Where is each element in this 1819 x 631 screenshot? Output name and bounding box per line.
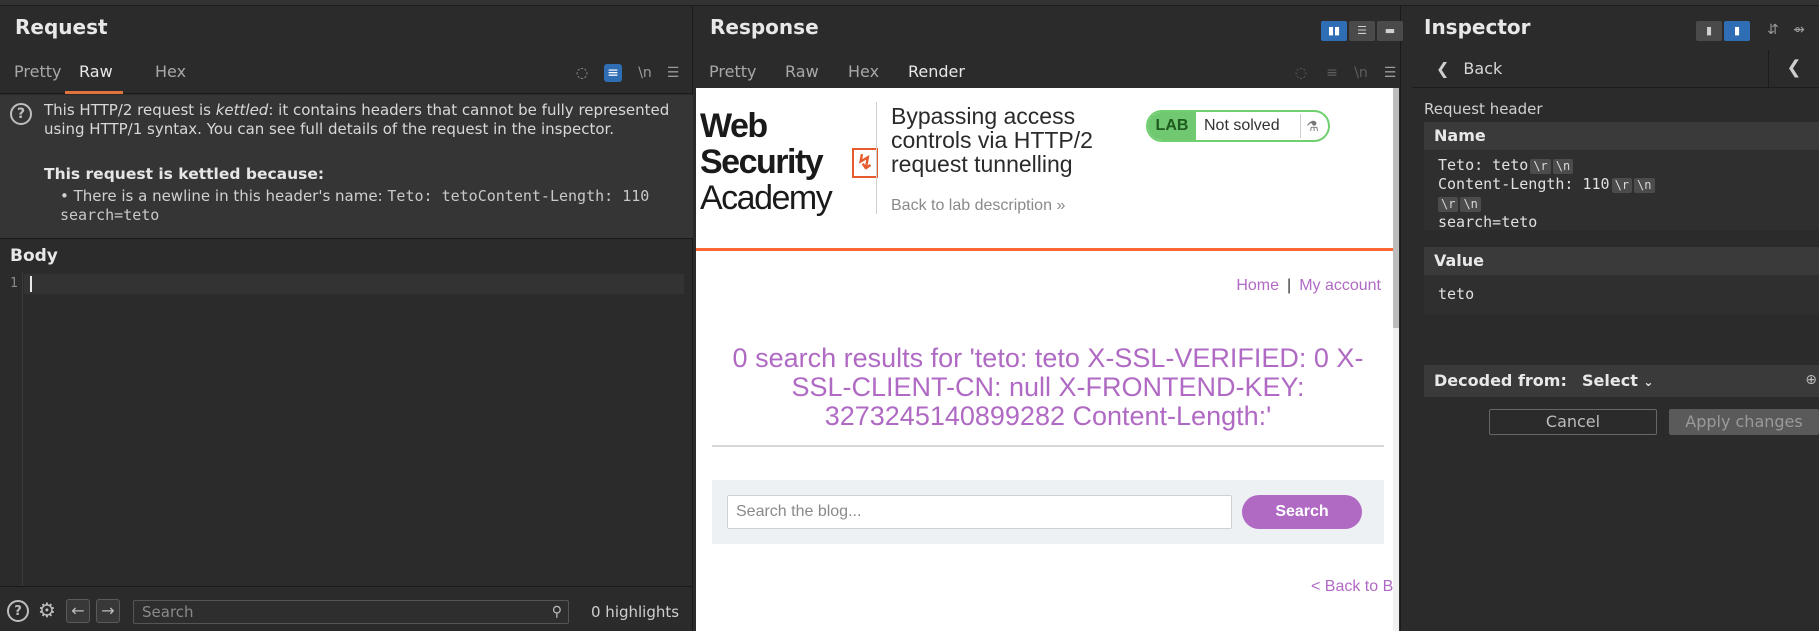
inspector-layout-right-icon[interactable]: ▮ [1724, 21, 1750, 41]
response-tab-hex[interactable]: Hex [848, 62, 879, 81]
line-number: 1 [10, 276, 18, 291]
plus-circle-icon[interactable]: ⊕ [1805, 372, 1817, 388]
inspector-title: Inspector [1424, 15, 1531, 39]
back-to-lab-link[interactable]: Back to lab description » [891, 197, 1065, 215]
header-accent-line [696, 248, 1399, 251]
body-label: Body [10, 246, 58, 266]
request-tab-hex[interactable]: Hex [155, 62, 186, 81]
chevron-down-icon: ⌄ [1643, 375, 1654, 389]
newline-icon: \n [1354, 65, 1368, 81]
lab-label: LAB [1148, 112, 1196, 140]
header-name-editor[interactable]: Teto: teto \r \n Content-Length: 110 \r \n \… [1424, 150, 1819, 231]
line-gutter: 1 [0, 272, 23, 587]
response-pane: Response ▮▮ ☰ ▬ Pretty Raw Hex Render ◌ … [695, 6, 1403, 631]
search-results-heading: 0 search results for 'teto: teto X-SSL-V… [732, 343, 1364, 431]
layout-tabs-icon[interactable]: ▬ [1377, 21, 1403, 41]
inspector-back-button[interactable]: ❮ Back [1436, 59, 1502, 78]
decoded-from-row: Decoded from: Select ⌄ ⊕ [1424, 365, 1819, 397]
menu-icon[interactable]: ☰ [1381, 64, 1399, 82]
header-value-editor[interactable]: teto [1424, 275, 1819, 315]
nav-links: Home | My account [1236, 277, 1381, 295]
value-section-header[interactable]: Value [1424, 247, 1819, 275]
name-section-header[interactable]: Name [1424, 122, 1819, 150]
kettled-reason-item: • There is a newline in this header's na… [60, 187, 650, 224]
request-body-editor[interactable]: 1 [0, 272, 693, 587]
blog-search-input[interactable]: Search the blog... [727, 495, 1232, 529]
collapse-all-icon[interactable]: ⇴ [1790, 21, 1808, 39]
inspector-section-label: Request header [1424, 100, 1543, 118]
request-pane: Request Pretty Raw Hex ◌ ≡ \n ☰ ? This H… [0, 6, 693, 631]
chevron-left-icon: ❮ [1786, 57, 1802, 78]
menu-icon[interactable]: ☰ [664, 64, 682, 82]
current-line-highlight [24, 274, 684, 294]
back-to-blog-link[interactable]: < Back to Blog [1311, 578, 1399, 596]
blog-search-button[interactable]: Search [1242, 495, 1362, 529]
render-scrollbar[interactable] [1393, 88, 1399, 631]
settings-icon[interactable]: ⚙ [35, 599, 59, 623]
decoded-from-label: Decoded from: [1434, 371, 1567, 390]
request-footer: ? ⚙ ← → Search ⚲ 0 highlights [0, 586, 693, 631]
request-tab-raw[interactable]: Raw [79, 62, 113, 81]
layout-split-vertical-icon[interactable]: ▮▮ [1321, 21, 1347, 41]
highlights-count: 0 highlights [591, 603, 680, 621]
layout-split-horizontal-icon[interactable]: ☰ [1349, 21, 1375, 41]
kettled-notice: ? This HTTP/2 request is kettled: it con… [0, 95, 693, 239]
blog-search-form: Search the blog... Search [712, 480, 1384, 544]
forward-arrow-icon[interactable]: → [96, 599, 120, 623]
expand-all-icon[interactable]: ⇵ [1764, 21, 1782, 39]
response-tab-raw[interactable]: Raw [785, 62, 819, 81]
search-icon[interactable]: ⚲ [552, 604, 562, 620]
rendered-page: Web Security Academy ↯ Bypassing access … [696, 88, 1399, 631]
hidden-eye-icon[interactable]: ◌ [573, 64, 591, 82]
apply-changes-button[interactable]: Apply changes [1669, 409, 1819, 435]
burp-repeater-window: Request Pretty Raw Hex ◌ ≡ \n ☰ ? This H… [0, 0, 1819, 631]
inspector-pane: Inspector ▮ ▮ ⇵ ⇴ ❮ Back ❮ Request header… [1412, 6, 1819, 631]
inspector-layout-left-icon[interactable]: ▮ [1696, 21, 1722, 41]
decoded-from-select[interactable]: Select ⌄ [1582, 371, 1653, 390]
request-active-tab-underline [65, 91, 123, 94]
inspector-nav-bar: ❮ Back ❮ [1412, 50, 1819, 88]
nav-separator: | [1287, 277, 1292, 294]
nav-my-account-link[interactable]: My account [1299, 277, 1381, 294]
cancel-button[interactable]: Cancel [1489, 409, 1657, 435]
footer-search-input[interactable]: Search ⚲ [133, 600, 569, 624]
back-arrow-icon[interactable]: ← [66, 599, 90, 623]
help-icon[interactable]: ? [7, 600, 29, 622]
wrap-lines-icon: ≡ [1326, 65, 1338, 81]
double-chevron-right-icon: » [1056, 197, 1066, 214]
web-security-academy-logo: Web Security Academy ↯ [700, 108, 878, 216]
lab-title: Bypassing access controls via HTTP/2 req… [891, 103, 1093, 177]
request-tab-pretty[interactable]: Pretty [14, 62, 61, 81]
kettled-reason-title: This request is kettled because: [44, 165, 325, 183]
request-title: Request [15, 15, 108, 39]
request-tabs: Pretty Raw Hex ◌ ≡ \n ☰ [0, 50, 692, 94]
response-title: Response [710, 15, 819, 39]
lab-status-badge: LAB Not solved ⚗ [1146, 110, 1330, 142]
flask-icon: ⚗ [1300, 114, 1324, 138]
response-tab-render[interactable]: Render [908, 62, 965, 81]
wrap-lines-icon[interactable]: ≡ [604, 64, 622, 82]
newline-icon[interactable]: \n [636, 64, 654, 82]
divider [712, 445, 1384, 447]
chevron-left-icon: ❮ [1436, 59, 1450, 78]
response-tab-pretty[interactable]: Pretty [709, 62, 756, 81]
help-icon: ? [10, 103, 32, 125]
text-caret [30, 276, 32, 292]
scrollbar-thumb[interactable] [1393, 88, 1399, 328]
nav-home-link[interactable]: Home [1236, 277, 1279, 294]
header-divider [876, 102, 877, 214]
lab-status: Not solved [1204, 117, 1280, 134]
kettled-message: This HTTP/2 request is kettled: it conta… [44, 101, 670, 138]
collapse-inspector-button[interactable]: ❮ [1768, 50, 1819, 88]
lightning-icon: ↯ [852, 148, 878, 178]
hidden-eye-icon: ◌ [1294, 65, 1308, 81]
